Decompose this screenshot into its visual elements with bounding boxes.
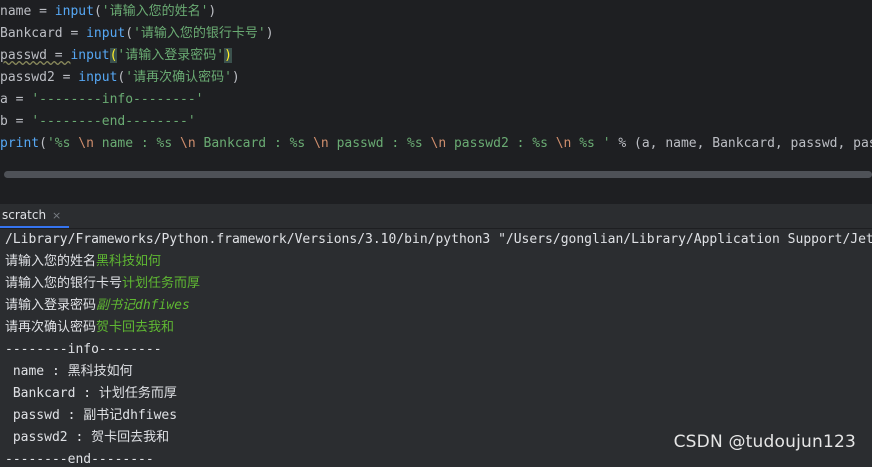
console-user-input: 贺卡回去我和 — [96, 320, 175, 335]
code-paren: ( — [39, 136, 47, 151]
code-line-4: passwd2 = input('请再次确认密码') — [0, 67, 872, 89]
code-escape: \n — [555, 136, 572, 151]
code-line-2: Bankcard = input('请输入您的银行卡号') — [0, 23, 872, 45]
console-input-line: 请输入登录密码副书记dhfiwes — [0, 295, 872, 317]
code-paren: ) — [265, 26, 274, 41]
code-string: passwd2 : %s — [446, 136, 556, 151]
console-input-line: 请输入您的姓名黑科技如何 — [0, 251, 872, 273]
code-editor[interactable]: name = input('请输入您的姓名') Bankcard = input… — [0, 0, 872, 168]
code-lhs: Bankcard = — [0, 26, 87, 41]
code-lhs: passwd2 = — [0, 70, 79, 85]
code-function: input — [78, 70, 118, 85]
console-prompt: 请再次确认密码 — [5, 320, 97, 335]
code-string: Bankcard : %s — [195, 136, 314, 151]
code-escape: \n — [313, 136, 329, 151]
console-output-line: --------info-------- — [5, 342, 162, 357]
code-line-5: a = '--------info--------' — [0, 89, 872, 111]
code-paren: ( — [93, 4, 102, 19]
code-string: name : %s — [93, 136, 181, 151]
code-lhs: b = — [0, 114, 32, 129]
scrollbar-thumb[interactable] — [4, 171, 872, 178]
code-string: '请输入您的银行卡号' — [133, 26, 266, 41]
code-function: input — [54, 4, 94, 19]
code-line-3: passwd = input('请输入登录密码') — [0, 45, 872, 67]
code-lhs: a = — [0, 92, 32, 107]
code-escape: \n — [78, 136, 94, 151]
code-paren-highlight: ) — [224, 48, 232, 63]
code-lhs: passwd = — [0, 48, 71, 63]
code-function: print — [0, 136, 40, 151]
code-string: '%s — [46, 136, 79, 151]
console-prompt: 请输入您的姓名 — [5, 254, 97, 269]
code-string: '--------end--------' — [31, 114, 196, 129]
code-string: passwd : %s — [328, 136, 431, 151]
close-icon[interactable]: × — [52, 209, 61, 222]
horizontal-scrollbar[interactable] — [0, 168, 872, 182]
console-output-line: name : 黑科技如何 — [5, 364, 133, 379]
code-args: % (a, name, Bankcard, passwd, pas — [610, 136, 872, 151]
console-input-line: 请输入您的银行卡号计划任务而厚 — [0, 273, 872, 295]
console-user-input: 计划任务而厚 — [122, 276, 201, 291]
code-escape: \n — [180, 136, 196, 151]
console-output-line: passwd : 副书记dhfiwes — [5, 408, 178, 423]
code-string: '请输入您的姓名' — [101, 4, 209, 19]
code-function: input — [70, 48, 110, 63]
code-line-6: b = '--------end--------' — [0, 111, 872, 133]
run-tool-window-tabbar: scratch × — [0, 204, 872, 229]
code-paren: ) — [231, 70, 240, 85]
console-command-line: /Library/Frameworks/Python.framework/Ver… — [5, 232, 872, 247]
code-paren: ) — [208, 4, 217, 19]
code-line-7: print('%s \n name : %s \n Bankcard : %s … — [0, 133, 872, 155]
tab-label: scratch — [2, 208, 47, 222]
code-string: '请再次确认密码' — [125, 70, 232, 85]
code-string: %s ' — [571, 136, 611, 151]
console-prompt: 请输入您的银行卡号 — [5, 276, 123, 291]
panel-splitter[interactable] — [0, 182, 872, 204]
code-paren: ( — [125, 26, 134, 41]
code-string: '请输入登录密码' — [117, 48, 225, 63]
console-prompt: 请输入登录密码 — [5, 298, 97, 313]
tab-scratch[interactable]: scratch × — [0, 204, 70, 228]
code-string: '--------info--------' — [31, 92, 204, 107]
console-user-input: 黑科技如何 — [96, 254, 162, 269]
console-user-input: 副书记dhfiwes — [96, 298, 190, 313]
code-escape: \n — [430, 136, 447, 151]
console-input-line: 请再次确认密码贺卡回去我和 — [0, 317, 872, 339]
watermark: CSDN @tudoujun123 — [673, 432, 856, 452]
code-line-1: name = input('请输入您的姓名') — [0, 1, 872, 23]
console-output-line: Bankcard : 计划任务而厚 — [5, 386, 177, 401]
code-function: input — [86, 26, 126, 41]
code-lhs: name = — [0, 4, 55, 19]
